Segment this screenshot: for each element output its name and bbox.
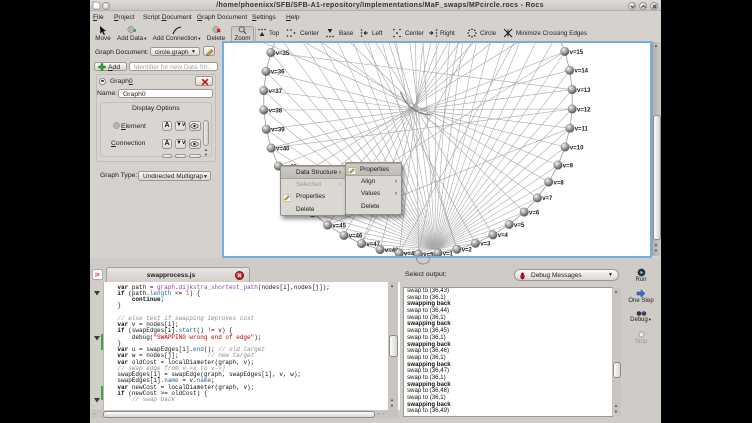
svg-text:v=9: v=9 [563, 163, 574, 169]
svg-text:v=1: v=1 [443, 251, 454, 256]
svg-text:v=38: v=38 [269, 108, 283, 114]
svg-text:v=4: v=4 [498, 233, 509, 239]
svg-text:v=37: v=37 [269, 89, 283, 95]
svg-text:v=15: v=15 [570, 50, 584, 56]
svg-text:v=12: v=12 [577, 107, 591, 113]
svg-text:v=5: v=5 [514, 223, 525, 229]
svg-text:v=6: v=6 [529, 210, 540, 216]
svg-text:v=36: v=36 [271, 70, 285, 76]
svg-text:v=8: v=8 [554, 180, 565, 186]
svg-text:v=7: v=7 [542, 196, 553, 202]
svg-text:v=45: v=45 [332, 223, 346, 229]
svg-text:v=13: v=13 [577, 88, 591, 94]
svg-text:v=3: v=3 [480, 242, 491, 248]
svg-text:v=10: v=10 [570, 145, 584, 151]
svg-text:v=46: v=46 [349, 234, 363, 240]
svg-text:v=14: v=14 [575, 69, 589, 75]
svg-text:v=11: v=11 [575, 127, 589, 133]
svg-text:v=35: v=35 [276, 51, 290, 57]
svg-text:v=2: v=2 [462, 248, 473, 254]
svg-text:v=40: v=40 [276, 146, 290, 152]
svg-text:v=39: v=39 [271, 128, 285, 134]
